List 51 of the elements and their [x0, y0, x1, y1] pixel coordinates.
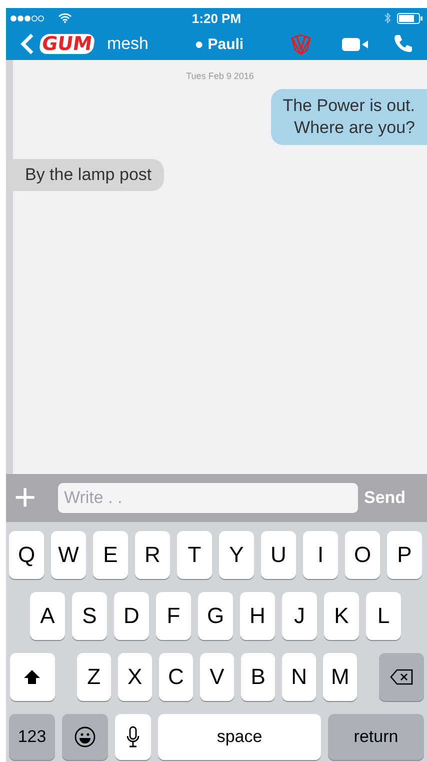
letter-key[interactable]: B — [241, 653, 276, 701]
letter-key[interactable]: X — [118, 653, 152, 701]
letter-key[interactable]: Y — [219, 531, 254, 579]
letter-key[interactable]: J — [282, 592, 317, 640]
numbers-key[interactable]: 123 — [9, 714, 55, 760]
status-time: 1:20 PM — [192, 10, 242, 26]
letter-key[interactable]: R — [135, 531, 170, 579]
back-chevron-icon[interactable] — [20, 33, 34, 55]
shift-arrow-icon — [23, 669, 42, 685]
wifi-icon — [58, 13, 72, 23]
video-camera-icon[interactable] — [342, 36, 369, 52]
shift-key[interactable] — [10, 653, 55, 701]
letter-key[interactable]: D — [114, 592, 149, 640]
letter-key[interactable]: A — [30, 592, 65, 640]
letter-key[interactable]: K — [324, 592, 359, 640]
date-label: Tues Feb 9 2016 — [185, 71, 255, 81]
letter-key[interactable]: F — [156, 592, 191, 640]
letter-key[interactable]: O — [345, 531, 380, 579]
microphone-icon — [126, 726, 140, 748]
letter-key[interactable]: E — [93, 531, 128, 579]
letter-key[interactable]: C — [158, 653, 193, 701]
bluetooth-icon — [384, 12, 391, 24]
letter-key[interactable]: L — [366, 592, 401, 640]
letter-key[interactable]: N — [282, 653, 316, 701]
letter-key[interactable]: S — [72, 592, 107, 640]
letter-key[interactable]: Z — [76, 653, 111, 701]
emoji-key[interactable] — [62, 714, 108, 760]
letter-key[interactable]: I — [303, 531, 338, 579]
phone-icon[interactable] — [392, 34, 413, 54]
letter-key[interactable]: T — [177, 531, 212, 579]
message-input[interactable]: Write . . — [58, 483, 358, 513]
letter-key[interactable]: G — [198, 592, 233, 640]
letter-key[interactable]: P — [387, 531, 422, 579]
letter-key[interactable]: V — [200, 653, 234, 701]
battery-icon — [396, 12, 423, 24]
sent-message-bubble: The Power is out. Where are you? — [270, 89, 427, 145]
signal-icon — [10, 14, 44, 22]
letter-key[interactable]: Q — [9, 531, 44, 579]
letter-key[interactable]: W — [51, 531, 86, 579]
return-key[interactable]: return — [328, 714, 424, 760]
group-name: mesh — [106, 34, 149, 54]
space-key[interactable]: space — [158, 714, 321, 760]
smiley-icon — [74, 726, 96, 748]
delete-key[interactable] — [379, 653, 424, 701]
letter-key[interactable]: H — [240, 592, 275, 640]
backspace-icon — [390, 669, 414, 685]
dictation-key[interactable] — [115, 714, 151, 760]
contact-name: ● Pauli — [194, 36, 244, 52]
app-logo[interactable]: GUM — [38, 34, 96, 54]
letter-key[interactable]: U — [261, 531, 296, 579]
letter-key[interactable]: M — [323, 653, 358, 701]
